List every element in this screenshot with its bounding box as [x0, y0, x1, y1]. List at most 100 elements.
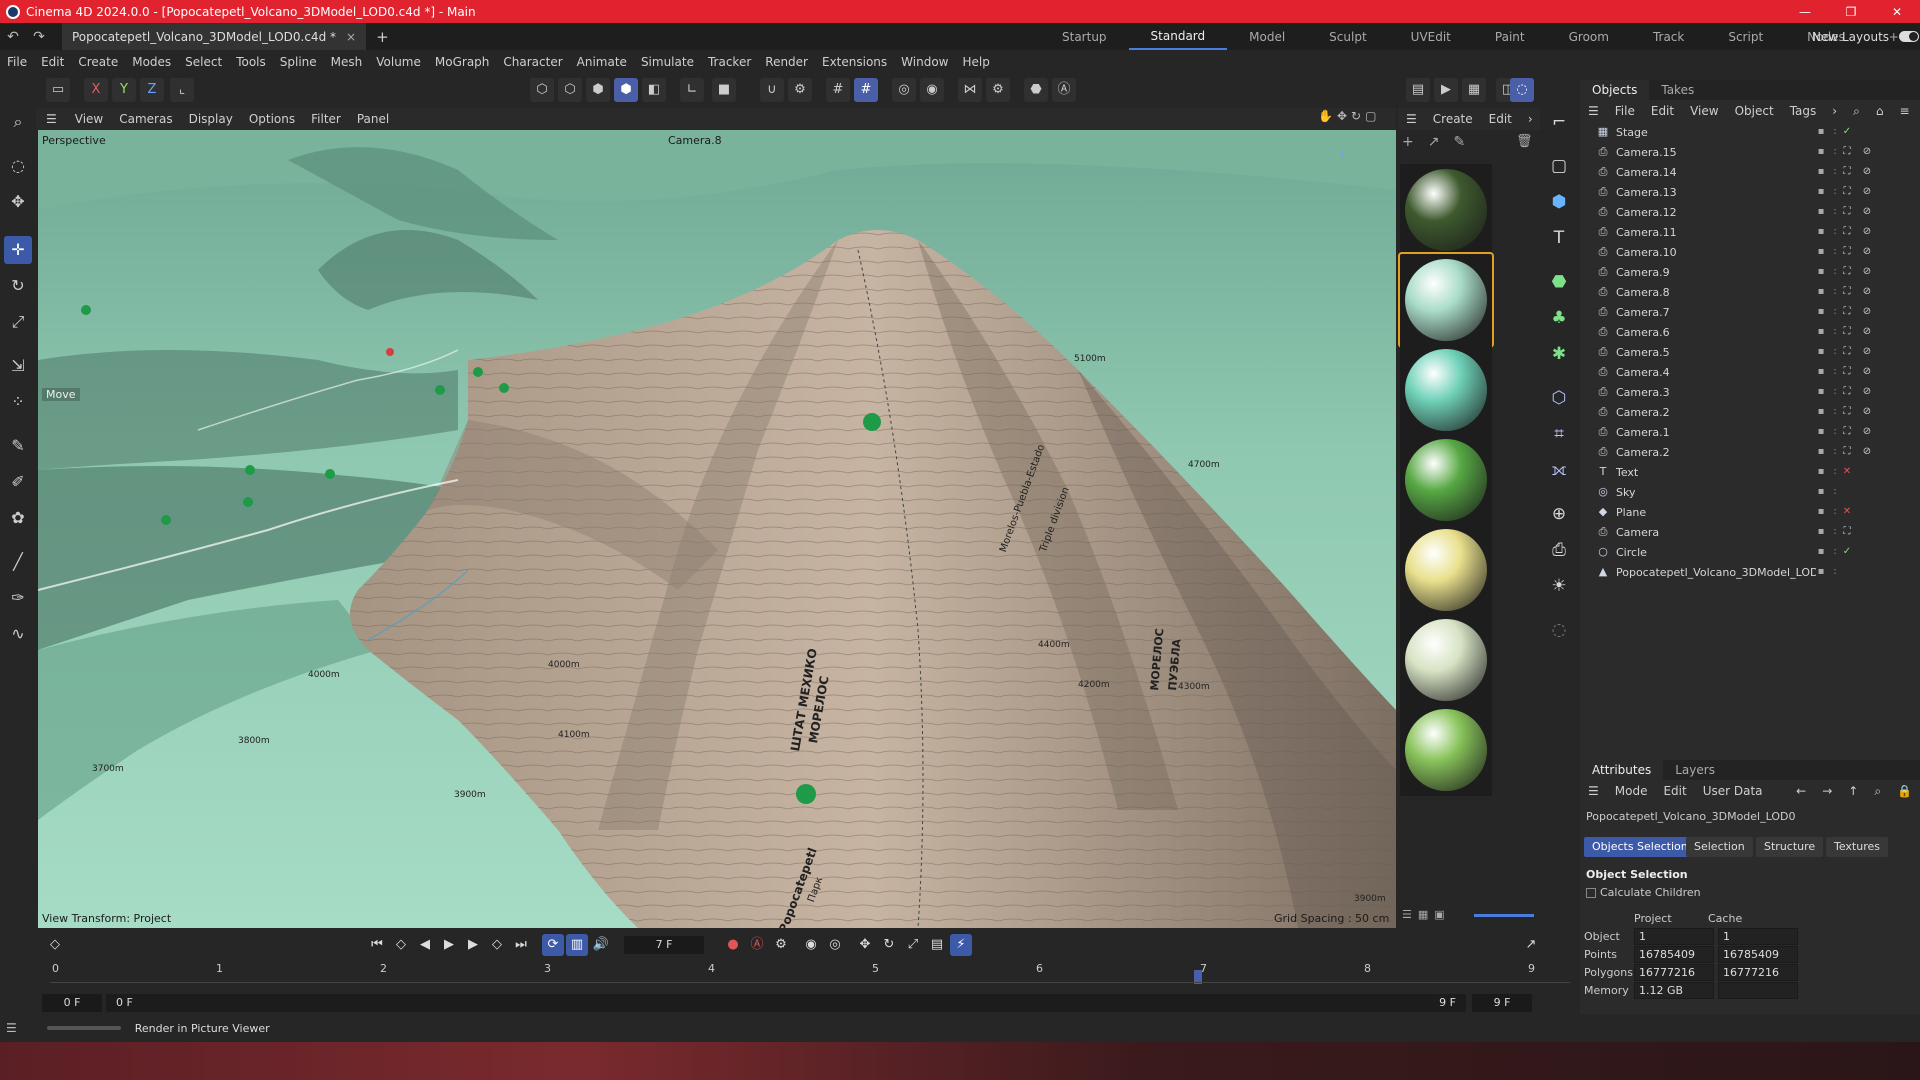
previous-frame-icon[interactable]: ◀ — [414, 934, 436, 956]
protection-tag-icon[interactable]: ⊘ — [1862, 307, 1872, 317]
lock-icon[interactable]: 🔒 — [1889, 784, 1920, 798]
snap-magnet-icon[interactable]: ∪ — [760, 78, 784, 102]
object-row[interactable]: T Text ▪: ✕ — [1580, 462, 1920, 482]
protection-tag-icon[interactable]: ⊘ — [1862, 447, 1872, 457]
grid-view-icon[interactable]: ▦ — [1418, 908, 1428, 921]
go-to-end-icon[interactable]: ⏭ — [510, 934, 532, 956]
up-arrow-icon[interactable]: ↑ — [1840, 784, 1866, 798]
record-icon[interactable]: ● — [722, 934, 744, 956]
visibility-dots-icon[interactable]: : — [1830, 547, 1840, 557]
large-view-icon[interactable]: ▣ — [1434, 908, 1444, 921]
field-icon[interactable]: ⬡ — [1545, 384, 1573, 412]
status-menu-icon[interactable]: ☰ — [6, 1021, 17, 1035]
visibility-dots-icon[interactable]: : — [1830, 187, 1840, 197]
object-manager-icon[interactable]: ▭ — [46, 78, 70, 102]
protection-tag-icon[interactable]: ⊘ — [1862, 327, 1872, 337]
layout-tab-track[interactable]: Track — [1631, 30, 1706, 44]
material-menu-edit[interactable]: Edit — [1481, 112, 1520, 126]
enable-status-icon[interactable]: ⛶ — [1842, 167, 1852, 177]
object-menu-view[interactable]: View — [1682, 104, 1726, 118]
workplane-snap-icon[interactable]: # — [854, 78, 878, 102]
layout-tab-model[interactable]: Model — [1227, 30, 1307, 44]
calculate-children-checkbox[interactable]: Calculate Children — [1586, 886, 1701, 899]
object-row[interactable]: ⎙ Camera.5 ▪: ⛶ ⊘ — [1580, 342, 1920, 362]
z-axis-lock-button[interactable]: Z — [140, 78, 164, 102]
object-row[interactable]: ▲ Popocatepetl_Volcano_3DModel_LOD0 ▪: — [1580, 562, 1920, 582]
protection-tag-icon[interactable]: ⊘ — [1862, 227, 1872, 237]
visibility-dots-icon[interactable]: : — [1830, 147, 1840, 157]
menu-select[interactable]: Select — [178, 55, 229, 69]
menu-spline[interactable]: Spline — [273, 55, 324, 69]
layer-icon[interactable]: ▪ — [1816, 507, 1826, 517]
selection-button[interactable]: Selection — [1686, 837, 1753, 857]
knife-tool-icon[interactable]: ✑ — [4, 584, 32, 612]
protection-tag-icon[interactable]: ⊘ — [1862, 287, 1872, 297]
maximize-button[interactable]: ❐ — [1828, 5, 1874, 19]
enable-status-icon[interactable]: ⛶ — [1842, 307, 1852, 317]
material-swatch[interactable] — [1400, 614, 1492, 706]
redo-icon[interactable]: ↷ — [26, 29, 52, 45]
layer-icon[interactable]: ▪ — [1816, 387, 1826, 397]
key-rotation-icon[interactable]: ◎ — [824, 934, 846, 956]
enable-status-icon[interactable]: ✕ — [1842, 467, 1852, 477]
loop-icon[interactable]: ⟳ — [542, 934, 564, 956]
render-settings-icon[interactable]: ◉ — [920, 78, 944, 102]
material-item[interactable] — [1400, 704, 1492, 810]
attribute-menu-mode[interactable]: Mode — [1607, 784, 1656, 798]
new-layouts-toggle[interactable]: New Layouts — [1812, 23, 1920, 50]
protection-tag-icon[interactable]: ⊘ — [1862, 167, 1872, 177]
menu-file[interactable]: File — [0, 55, 34, 69]
protection-tag-icon[interactable]: ⊘ — [1862, 267, 1872, 277]
move-tool-icon[interactable]: ✛ — [4, 236, 32, 264]
toggle-switch-icon[interactable] — [1899, 31, 1920, 42]
chevron-right-icon[interactable]: › — [1520, 112, 1541, 126]
visibility-dots-icon[interactable]: : — [1830, 207, 1840, 217]
material-swatch[interactable] — [1398, 252, 1494, 348]
enable-status-icon[interactable]: ⛶ — [1842, 407, 1852, 417]
layer-icon[interactable]: ▪ — [1816, 447, 1826, 457]
object-row[interactable]: ⎙ Camera.10 ▪: ⛶ ⊘ — [1580, 242, 1920, 262]
layer-icon[interactable]: ▪ — [1816, 487, 1826, 497]
visibility-dots-icon[interactable]: : — [1830, 247, 1840, 257]
pan-view-icon[interactable]: ✋ — [1318, 109, 1333, 123]
search-icon[interactable]: ⌕ — [1845, 104, 1868, 119]
arrow-icon[interactable]: ↗ — [1428, 134, 1440, 150]
visibility-dots-icon[interactable]: : — [1830, 527, 1840, 537]
layer-icon[interactable]: ▪ — [1816, 527, 1826, 537]
text-tool-icon[interactable]: T — [1545, 224, 1573, 252]
layout-tab-groom[interactable]: Groom — [1547, 30, 1631, 44]
enable-status-icon[interactable]: ⛶ — [1842, 347, 1852, 357]
menu-render[interactable]: Render — [758, 55, 815, 69]
chevron-right-icon[interactable]: › — [1824, 104, 1845, 118]
viewport-menu-filter[interactable]: Filter — [303, 112, 349, 126]
viewport-menu-cameras[interactable]: Cameras — [111, 112, 180, 126]
structure-button[interactable]: Structure — [1756, 837, 1824, 857]
visibility-dots-icon[interactable]: : — [1830, 467, 1840, 477]
viewport-menu-options[interactable]: Options — [241, 112, 303, 126]
tab-layers[interactable]: Layers — [1663, 760, 1727, 780]
redshift-icon[interactable]: ◌ — [1510, 78, 1534, 102]
menu-animate[interactable]: Animate — [570, 55, 634, 69]
attribute-menu-user-data[interactable]: User Data — [1695, 784, 1771, 798]
protection-tag-icon[interactable]: ⊘ — [1862, 347, 1872, 357]
enable-status-icon[interactable]: ⛶ — [1842, 327, 1852, 337]
object-row[interactable]: ▦ Stage ▪: ✓ — [1580, 122, 1920, 142]
render-region-icon[interactable]: ◎ — [892, 78, 916, 102]
minimize-button[interactable]: — — [1782, 5, 1828, 19]
layout-tab-standard[interactable]: Standard — [1128, 23, 1228, 50]
visibility-dots-icon[interactable]: : — [1830, 307, 1840, 317]
layer-icon[interactable]: ▪ — [1816, 367, 1826, 377]
spline-brush-icon[interactable]: ✿ — [4, 504, 32, 532]
mograph-icon[interactable]: ⟗ — [1545, 456, 1573, 484]
objects-selection-button[interactable]: Objects Selection — [1584, 837, 1696, 857]
filter-icon[interactable]: ≡ — [1891, 104, 1917, 118]
layer-icon[interactable]: ▪ — [1816, 207, 1826, 217]
material-menu-create[interactable]: Create — [1425, 112, 1481, 126]
timeline-ruler[interactable]: 0 1 2 3 4 5 6 7 8 9 — [36, 962, 1580, 992]
enable-status-icon[interactable]: ✓ — [1842, 127, 1852, 137]
axis-mode-icon[interactable]: ∟ — [680, 78, 704, 102]
layout-tab-sculpt[interactable]: Sculpt — [1307, 30, 1388, 44]
polygons-mode-icon[interactable]: ⬢ — [586, 78, 610, 102]
menu-help[interactable]: Help — [956, 55, 997, 69]
menu-window[interactable]: Window — [894, 55, 955, 69]
